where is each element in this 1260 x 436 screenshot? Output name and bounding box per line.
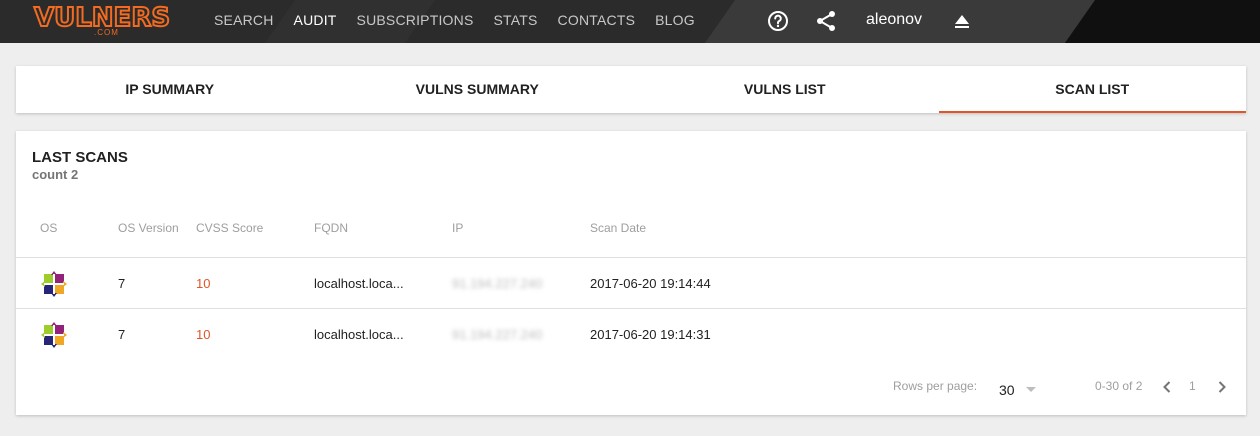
chevron-down-icon[interactable] — [1026, 387, 1036, 392]
vulners-logo[interactable]: VULNERS .COM — [33, 2, 196, 39]
chevron-right-icon[interactable] — [1212, 377, 1232, 397]
table-row[interactable]: 7 10 localhost.loca... 91.194.227.240 20… — [16, 308, 1246, 359]
cvss-score: 10 — [196, 327, 211, 342]
column-header-cvss[interactable]: CVSS Score — [196, 221, 263, 235]
ip-address: 91.194.227.240 — [452, 276, 543, 291]
scan-date: 2017-06-20 19:14:31 — [590, 327, 711, 342]
username[interactable]: aleonov — [866, 11, 922, 29]
centos-icon — [40, 270, 68, 298]
os-version: 7 — [118, 327, 126, 342]
column-header-scan-date[interactable]: Scan Date — [590, 221, 646, 235]
centos-icon — [40, 321, 68, 349]
tab-vulns-summary[interactable]: VULNS SUMMARY — [324, 66, 632, 113]
table-row[interactable]: 7 10 localhost.loca... 91.194.227.240 20… — [16, 257, 1246, 308]
pagination-range: 0-30 of 2 — [1095, 379, 1143, 393]
tab-scan-list[interactable]: SCAN LIST — [938, 66, 1247, 113]
nav-search[interactable]: SEARCH — [214, 12, 274, 28]
fqdn: localhost.loca... — [314, 276, 404, 291]
nav-stats[interactable]: STATS — [494, 12, 538, 28]
scan-count: count 2 — [32, 167, 79, 182]
nav-contacts[interactable]: CONTACTS — [558, 12, 636, 28]
fqdn: localhost.loca... — [314, 327, 404, 342]
tab-ip-summary[interactable]: IP SUMMARY — [16, 66, 324, 113]
share-icon[interactable] — [814, 9, 838, 33]
help-icon[interactable] — [766, 9, 790, 33]
column-header-os[interactable]: OS — [40, 221, 57, 235]
current-page: 1 — [1189, 379, 1196, 393]
ip-address: 91.194.227.240 — [452, 327, 543, 342]
main-nav: SEARCH AUDIT SUBSCRIPTIONS STATS CONTACT… — [214, 12, 715, 28]
column-header-fqdn[interactable]: FQDN — [314, 221, 348, 235]
os-version: 7 — [118, 276, 126, 291]
top-navbar: VULNERS .COM SEARCH AUDIT SUBSCRIPTIONS … — [0, 0, 1260, 43]
cvss-score: 10 — [196, 276, 211, 291]
rows-per-page-select[interactable]: 30 — [999, 382, 1015, 398]
column-header-os-version[interactable]: OS Version — [118, 221, 179, 235]
rows-per-page-label: Rows per page: — [893, 379, 978, 393]
nav-blog[interactable]: BLOG — [655, 12, 695, 28]
last-scans-card: LAST SCANS count 2 OS OS Version CVSS Sc… — [16, 131, 1246, 415]
nav-audit[interactable]: AUDIT — [294, 12, 337, 28]
tab-vulns-list[interactable]: VULNS LIST — [631, 66, 939, 113]
audit-tabs: IP SUMMARY VULNS SUMMARY VULNS LIST SCAN… — [16, 66, 1246, 113]
header-decoration — [1064, 0, 1260, 43]
nav-subscriptions[interactable]: SUBSCRIPTIONS — [357, 12, 474, 28]
scan-date: 2017-06-20 19:14:44 — [590, 276, 711, 291]
logout-icon[interactable] — [950, 9, 974, 33]
chevron-left-icon[interactable] — [1157, 377, 1177, 397]
column-header-ip[interactable]: IP — [452, 221, 463, 235]
card-title: LAST SCANS — [32, 149, 128, 166]
